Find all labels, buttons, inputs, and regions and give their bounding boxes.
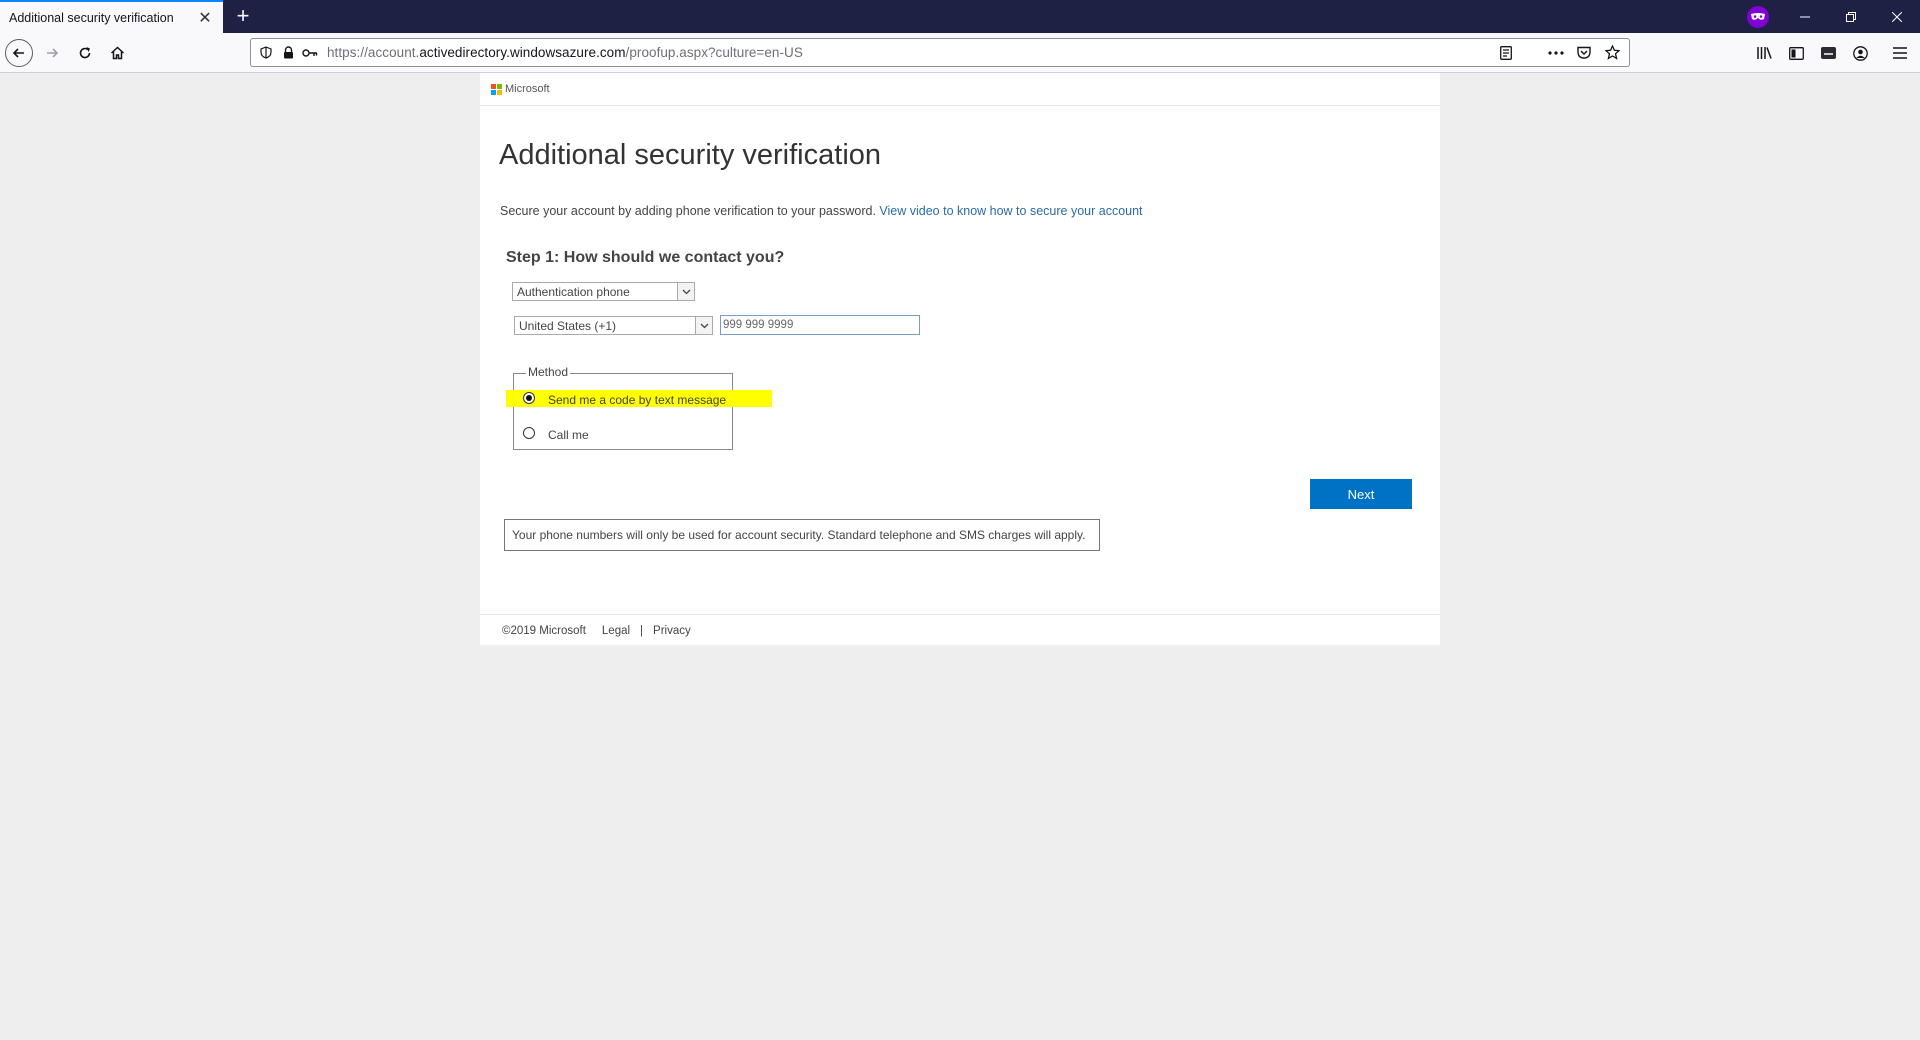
library-button[interactable] bbox=[1750, 39, 1778, 67]
back-arrow-icon bbox=[5, 39, 33, 67]
chevron-down-icon bbox=[695, 317, 712, 334]
reload-button[interactable] bbox=[71, 39, 99, 67]
phone-number-input[interactable] bbox=[720, 315, 920, 335]
close-tab-icon[interactable]: ✕ bbox=[193, 6, 217, 30]
bookmark-star-icon[interactable] bbox=[1601, 42, 1623, 64]
home-icon bbox=[110, 46, 124, 60]
next-button[interactable]: Next bbox=[1310, 479, 1412, 509]
reload-icon bbox=[79, 47, 91, 59]
method-option-label: Send me a code by text message bbox=[548, 393, 727, 407]
page-actions-icon[interactable] bbox=[1545, 42, 1567, 64]
menu-button[interactable] bbox=[1886, 39, 1914, 67]
reader-view-icon[interactable] bbox=[1495, 42, 1517, 64]
copyright: ©2019 Microsoft bbox=[502, 624, 586, 637]
navigation-toolbar: https://account.activedirectory.windowsa… bbox=[0, 33, 1920, 73]
library-icon bbox=[1757, 47, 1772, 59]
microsoft-logo-icon bbox=[491, 83, 502, 95]
url-path: /proofup.aspx?culture=en-US bbox=[625, 45, 803, 60]
page-footer: ©2019 Microsoft Legal | Privacy bbox=[480, 614, 1440, 646]
account-button[interactable] bbox=[1846, 39, 1874, 67]
page-title: Additional security verification bbox=[499, 139, 882, 171]
address-bar[interactable]: https://account.activedirectory.windowsa… bbox=[250, 38, 1630, 67]
footer-separator: | bbox=[640, 624, 644, 637]
video-link[interactable]: View video to know how to secure your ac… bbox=[879, 204, 1142, 218]
chevron-down-icon bbox=[677, 283, 694, 300]
brand-name: Microsoft bbox=[505, 83, 550, 95]
legal-link[interactable]: Legal bbox=[602, 625, 630, 637]
minimize-icon[interactable] bbox=[1782, 0, 1828, 33]
close-window-icon[interactable] bbox=[1874, 0, 1920, 33]
url-prefix: https://account. bbox=[327, 45, 420, 60]
account-icon bbox=[1852, 45, 1868, 61]
contact-method-select[interactable]: Authentication phone bbox=[512, 282, 695, 301]
sidebar-icon bbox=[1788, 46, 1804, 60]
tab-strip: Additional security verification ✕ + bbox=[0, 0, 1920, 33]
tab-title: Additional security verification bbox=[9, 10, 174, 25]
step-heading: Step 1: How should we contact you? bbox=[506, 249, 785, 266]
privacy-link[interactable]: Privacy bbox=[653, 625, 691, 637]
extension-icon bbox=[1820, 47, 1836, 59]
contact-method-value: Authentication phone bbox=[517, 284, 630, 299]
restore-icon[interactable] bbox=[1828, 0, 1874, 33]
page-header: Microsoft bbox=[480, 73, 1440, 106]
forward-arrow-icon bbox=[47, 48, 59, 58]
url-text[interactable]: https://account.activedirectory.windowsa… bbox=[327, 45, 803, 60]
key-icon[interactable] bbox=[299, 42, 321, 64]
method-legend: Method bbox=[526, 365, 571, 379]
radio-call-me[interactable] bbox=[523, 427, 535, 439]
method-option-call[interactable]: Call me bbox=[523, 426, 589, 442]
country-code-select[interactable]: United States (+1) bbox=[514, 316, 713, 335]
microsoft-logo: Microsoft bbox=[491, 83, 550, 95]
home-button[interactable] bbox=[103, 39, 131, 67]
new-tab-icon[interactable]: + bbox=[230, 3, 256, 29]
hamburger-menu-icon bbox=[1893, 47, 1907, 59]
radio-text-message[interactable] bbox=[523, 392, 535, 404]
method-option-label: Call me bbox=[548, 428, 589, 442]
privacy-notice: Your phone numbers will only be used for… bbox=[504, 519, 1100, 551]
verification-page: Microsoft Additional security verificati… bbox=[480, 73, 1440, 645]
active-tab[interactable]: Additional security verification ✕ bbox=[0, 0, 223, 33]
intro-text: Secure your account by adding phone veri… bbox=[500, 204, 1143, 218]
lock-icon[interactable] bbox=[277, 42, 299, 64]
intro-description: Secure your account by adding phone veri… bbox=[500, 204, 876, 218]
extension-button[interactable] bbox=[1814, 39, 1842, 67]
pocket-icon[interactable] bbox=[1573, 42, 1595, 64]
method-option-text[interactable]: Send me a code by text message bbox=[523, 391, 727, 407]
shield-icon[interactable] bbox=[255, 42, 277, 64]
radio-selected-dot bbox=[526, 395, 532, 401]
sidebar-button[interactable] bbox=[1782, 39, 1810, 67]
forward-button[interactable] bbox=[38, 39, 66, 67]
back-button[interactable] bbox=[5, 39, 33, 67]
url-host: activedirectory.windowsazure.com bbox=[419, 45, 626, 60]
private-browsing-icon bbox=[1747, 6, 1769, 28]
country-code-value: United States (+1) bbox=[519, 318, 617, 333]
